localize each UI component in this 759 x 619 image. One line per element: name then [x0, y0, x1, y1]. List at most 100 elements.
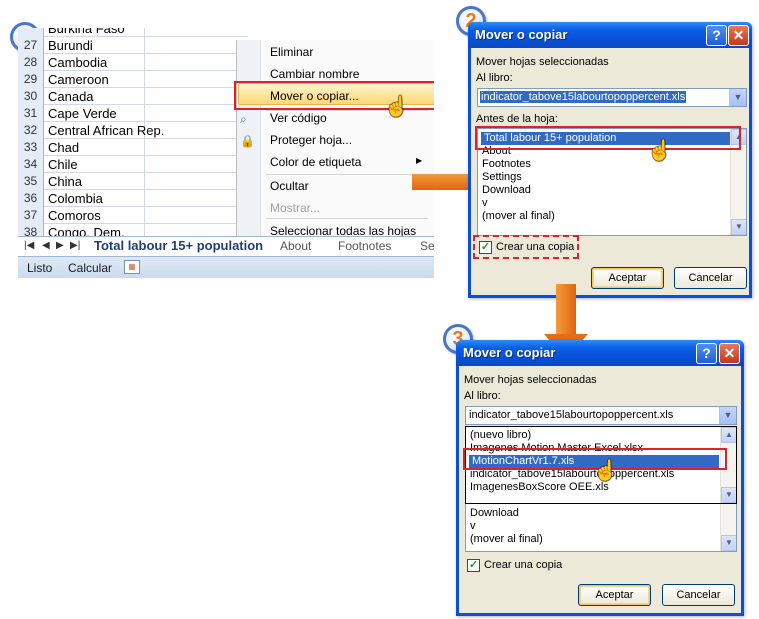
- menu-item[interactable]: Ver código: [270, 111, 327, 125]
- row-number[interactable]: 34: [18, 156, 44, 173]
- table-row: 33 Chad: [18, 139, 248, 156]
- table-row: 29 Cameroon: [18, 71, 248, 88]
- hand-cursor-icon: ☝: [593, 460, 618, 482]
- lock-icon: 🔒: [240, 134, 255, 148]
- book-combo[interactable]: indicator_tabove15labourtopoppercent.xls…: [477, 88, 747, 107]
- row-number[interactable]: 36: [18, 190, 44, 207]
- highlight-box: [475, 126, 741, 150]
- menu-item[interactable]: Mostrar...: [270, 201, 320, 215]
- chevron-down-icon[interactable]: ▼: [719, 407, 736, 424]
- cancel-button[interactable]: Cancelar: [662, 584, 735, 606]
- table-row: Burkina Faso: [18, 28, 248, 37]
- book-label: Al libro:: [464, 390, 501, 402]
- list-item[interactable]: Download: [482, 184, 531, 197]
- move-copy-dialog-1: Mover o copiar ? ✕ Mover hojas seleccion…: [468, 22, 752, 298]
- dropdown-item[interactable]: ImagenesBoxScore OEE.xls: [470, 481, 609, 494]
- book-combo-value: indicator_tabove15labourtopoppercent.xls: [480, 91, 687, 103]
- row-number[interactable]: 35: [18, 173, 44, 190]
- help-button[interactable]: ?: [706, 25, 727, 46]
- list-item[interactable]: (mover al final): [482, 210, 555, 223]
- table-row: 28 Cambodia: [18, 54, 248, 71]
- row-number[interactable]: 28: [18, 54, 44, 71]
- tab-total-labour[interactable]: Total labour 15+ population: [88, 237, 270, 254]
- row-number[interactable]: 37: [18, 207, 44, 224]
- scroll-down-icon[interactable]: ▼: [731, 219, 746, 235]
- cell-country[interactable]: Comoros: [48, 207, 101, 224]
- move-copy-dialog-2: Mover o copiar ? ✕ Mover hojas seleccion…: [456, 340, 744, 616]
- chevron-down-icon[interactable]: ▼: [729, 89, 746, 106]
- cell-country[interactable]: Chad: [48, 139, 79, 156]
- row-number[interactable]: 30: [18, 88, 44, 105]
- list-item[interactable]: v: [470, 520, 476, 533]
- hand-cursor-icon: ☝: [647, 140, 672, 162]
- scroll-up-icon[interactable]: ▲: [721, 427, 736, 443]
- dropdown-item[interactable]: (nuevo libro): [470, 429, 531, 442]
- list-item[interactable]: Footnotes: [482, 158, 531, 171]
- excel-window: Burkina Faso 27 Burundi 28 Cambodia 29 Camero…: [18, 28, 434, 278]
- list-item[interactable]: (mover al final): [470, 533, 543, 546]
- cell-country[interactable]: Chile: [48, 156, 78, 173]
- menu-item[interactable]: Color de etiqueta: [270, 155, 361, 169]
- list-item[interactable]: v: [482, 197, 488, 210]
- book-combo[interactable]: indicator_tabove15labourtopoppercent.xls…: [465, 406, 737, 425]
- move-sheets-label: Mover hojas seleccionadas: [464, 374, 597, 386]
- cell-country[interactable]: Burkina Faso: [48, 28, 125, 37]
- create-copy-label: Crear una copia: [484, 559, 563, 571]
- dialog-title: Mover o copiar: [475, 27, 568, 42]
- close-button[interactable]: ✕: [719, 343, 740, 364]
- cancel-button[interactable]: Cancelar: [674, 267, 747, 289]
- help-button[interactable]: ?: [696, 343, 717, 364]
- arrow-down: [556, 284, 576, 338]
- row-number[interactable]: 29: [18, 71, 44, 88]
- cell-country[interactable]: China: [48, 173, 82, 190]
- cell-country[interactable]: Burundi: [48, 37, 93, 54]
- dialog-title: Mover o copiar: [463, 345, 556, 360]
- arrow-right: [412, 174, 472, 190]
- menu-item[interactable]: Ocultar: [270, 179, 309, 193]
- row-number[interactable]: 32: [18, 122, 44, 139]
- list-item[interactable]: Download: [470, 507, 519, 520]
- tab-next-icon[interactable]: ▶: [56, 240, 64, 251]
- hand-cursor-icon: ☝: [384, 96, 409, 118]
- status-calc: Calcular: [68, 261, 113, 275]
- table-row: 30 Canada: [18, 88, 248, 105]
- ok-button[interactable]: Aceptar: [591, 267, 664, 289]
- before-sheet-label: Antes de la hoja:: [476, 113, 558, 125]
- highlight-box-dashed: [473, 235, 579, 259]
- table-row: 37 Comoros: [18, 207, 248, 224]
- status-bar: Listo Calcular ▦: [18, 256, 434, 278]
- table-row: 35 China: [18, 173, 248, 190]
- table-row: 32 Central African Rep.: [18, 122, 248, 139]
- tab-settings[interactable]: Se: [420, 239, 434, 253]
- cell-country[interactable]: Central African Rep.: [48, 122, 164, 139]
- view-code-icon: ⌕: [240, 112, 247, 126]
- row-number[interactable]: 27: [18, 37, 44, 54]
- list-item[interactable]: Settings: [482, 171, 522, 184]
- submenu-arrow-icon: ▶: [416, 156, 423, 165]
- scroll-down-icon[interactable]: ▼: [721, 487, 736, 503]
- table-row: 34 Chile: [18, 156, 248, 173]
- menu-item[interactable]: Proteger hoja...: [270, 133, 352, 147]
- record-macro-icon[interactable]: ▦: [124, 260, 140, 274]
- cell-country[interactable]: Colombia: [48, 190, 103, 207]
- row-number[interactable]: 31: [18, 105, 44, 122]
- tab-prev-icon[interactable]: ◀: [42, 240, 50, 251]
- status-ready: Listo: [27, 261, 53, 275]
- cell-country[interactable]: Cameroon: [48, 71, 109, 88]
- menu-item[interactable]: Cambiar nombre: [270, 67, 359, 81]
- ok-button[interactable]: Aceptar: [578, 584, 651, 606]
- create-copy-checkbox[interactable]: ✓: [467, 559, 480, 572]
- cell-country[interactable]: Cape Verde: [48, 105, 117, 122]
- tab-about[interactable]: About: [280, 239, 311, 253]
- cell-country[interactable]: Cambodia: [48, 54, 107, 71]
- tab-footnotes[interactable]: Footnotes: [338, 239, 391, 253]
- table-row: 27 Burundi: [18, 37, 248, 54]
- move-sheets-label: Mover hojas seleccionadas: [476, 56, 609, 68]
- cell-country[interactable]: Canada: [48, 88, 94, 105]
- close-button[interactable]: ✕: [728, 25, 749, 46]
- tab-last-icon[interactable]: ▶|: [70, 240, 80, 251]
- tab-first-icon[interactable]: |◀: [24, 240, 34, 251]
- row-number[interactable]: 33: [18, 139, 44, 156]
- menu-item[interactable]: Eliminar: [270, 45, 313, 59]
- scroll-down-icon[interactable]: ▼: [721, 535, 736, 551]
